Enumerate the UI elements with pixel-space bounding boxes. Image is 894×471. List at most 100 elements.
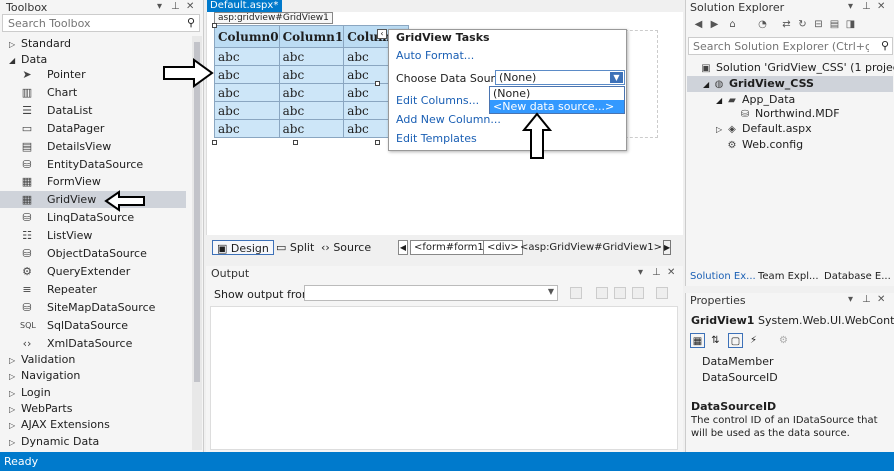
toolbox-item-xmldatasource[interactable]: ‹› XmlDataSource: [0, 335, 186, 352]
resize-handle[interactable]: [375, 81, 380, 86]
toolbox-group-navigation[interactable]: ▷ Navigation: [0, 367, 186, 384]
tree-item-web-config[interactable]: ⚙ Web.config: [716, 137, 804, 153]
view-designer-icon[interactable]: ◨: [844, 18, 857, 31]
expanded-arrow-icon[interactable]: ◢: [703, 77, 712, 93]
smart-tag-chevron-icon[interactable]: ‹: [377, 29, 387, 39]
edit-templates-link[interactable]: Edit Templates: [396, 132, 477, 145]
pin-icon[interactable]: ⊥: [171, 1, 180, 12]
toolbox-item-entitydatasource[interactable]: ⛁ EntityDataSource: [0, 156, 186, 173]
resize-handle[interactable]: [212, 140, 217, 145]
alphabetical-icon[interactable]: ⇅: [708, 333, 723, 348]
option-none[interactable]: (None): [490, 87, 624, 100]
document-tab[interactable]: Default.aspx* ⊥ ✕: [207, 0, 282, 22]
tab-team-explorer[interactable]: Team Expl...: [758, 271, 819, 282]
split-view-button[interactable]: ▭ Split: [276, 240, 314, 255]
toolbox-item-sqldatasource[interactable]: SQL SqlDataSource: [0, 317, 186, 334]
toolbox-item-repeater[interactable]: ≡ Repeater: [0, 281, 186, 298]
collapsed-arrow-icon[interactable]: ▷: [716, 122, 725, 138]
resize-handle[interactable]: [212, 23, 217, 28]
search-icon[interactable]: ⚲: [881, 39, 889, 52]
tree-item-default-aspx[interactable]: ▷ ◈ Default.aspx: [716, 121, 812, 137]
output-source-select[interactable]: ▼: [304, 285, 558, 301]
chevron-down-icon[interactable]: ▼: [610, 72, 623, 83]
tree-item-gridview-css[interactable]: ◢ ◍ GridView_CSS: [703, 76, 814, 92]
toolbox-group-login[interactable]: ▷ Login: [0, 384, 186, 401]
properties-icon[interactable]: ▢: [728, 333, 743, 348]
categorized-icon[interactable]: ▦: [690, 333, 705, 348]
crumb-next-icon[interactable]: ▶: [663, 240, 671, 255]
property-pages-icon[interactable]: ⚙: [776, 333, 791, 348]
solution-explorer-search[interactable]: ⚲: [688, 37, 893, 55]
tab-database-explorer[interactable]: Database E...: [824, 271, 891, 282]
dropdown-arrow-icon[interactable]: ▾: [638, 267, 643, 278]
collapsed-arrow-icon[interactable]: ▷: [9, 434, 17, 451]
forward-icon[interactable]: ▶: [708, 18, 721, 31]
next-message-icon[interactable]: [614, 287, 626, 299]
search-icon[interactable]: ⚲: [187, 16, 195, 29]
edit-columns-link[interactable]: Edit Columns...: [396, 94, 479, 107]
object-selector[interactable]: GridView1 System.Web.UI.WebControls ▾: [691, 314, 894, 327]
collapse-all-icon[interactable]: ⊟: [812, 18, 825, 31]
toolbox-item-listview[interactable]: ☷ ListView: [0, 227, 186, 244]
property-datamember[interactable]: DataMember: [702, 355, 774, 368]
property-datasourceid[interactable]: DataSourceID: [702, 371, 778, 384]
output-text-area[interactable]: [210, 306, 678, 450]
toolbox-item-linqdatasource[interactable]: ⛁ LinqDataSource: [0, 209, 186, 226]
toolbox-item-pointer[interactable]: ➤ Pointer: [0, 66, 186, 83]
toolbox-item-chart[interactable]: ▥ Chart: [0, 84, 186, 101]
resize-handle[interactable]: [375, 140, 380, 145]
dropdown-arrow-icon[interactable]: ▾: [848, 294, 853, 305]
scrollbar-thumb[interactable]: [194, 42, 200, 382]
tab-solution-explorer[interactable]: Solution Ex...: [690, 271, 756, 282]
events-icon[interactable]: ⚡: [746, 333, 761, 348]
toolbox-search[interactable]: ⚲: [2, 14, 200, 32]
breadcrumb-gridview[interactable]: <asp:GridView#GridView1>: [520, 240, 662, 255]
show-all-files-icon[interactable]: ▤: [828, 18, 841, 31]
toolbox-search-input[interactable]: [3, 15, 173, 31]
toolbox-item-objectdatasource[interactable]: ⛁ ObjectDataSource: [0, 245, 186, 262]
refresh-icon[interactable]: ↻: [796, 18, 809, 31]
pending-changes-icon[interactable]: ◔: [756, 18, 769, 31]
toolbox-item-datapager[interactable]: ▭ DataPager: [0, 120, 186, 137]
back-icon[interactable]: ◀: [692, 18, 705, 31]
toolbox-group-validation[interactable]: ▷ Validation: [0, 351, 186, 368]
design-view-button[interactable]: ▣ Design: [212, 240, 274, 255]
clear-all-icon[interactable]: [632, 287, 644, 299]
toolbox-group-dynamic-data[interactable]: ▷ Dynamic Data: [0, 433, 186, 450]
breadcrumb-div[interactable]: <div>: [483, 240, 523, 255]
close-icon[interactable]: ✕: [186, 1, 194, 12]
close-icon[interactable]: ✕: [667, 267, 675, 278]
dropdown-arrow-icon[interactable]: ▾: [848, 1, 853, 12]
goto-line-icon[interactable]: [570, 287, 582, 299]
toolbox-item-formview[interactable]: ▦ FormView: [0, 173, 186, 190]
chevron-down-icon[interactable]: ▼: [548, 287, 554, 296]
close-icon[interactable]: ✕: [877, 294, 885, 305]
prev-message-icon[interactable]: [596, 287, 608, 299]
dropdown-arrow-icon[interactable]: ▾: [157, 1, 162, 12]
toolbox-item-queryextender[interactable]: ⚙ QueryExtender: [0, 263, 186, 280]
toolbox-group-standard[interactable]: ▷ Standard: [0, 35, 186, 52]
toolbox-group-webparts[interactable]: ▷ WebParts: [0, 400, 186, 417]
pin-icon[interactable]: ⊥: [652, 267, 661, 278]
sync-icon[interactable]: ⇄: [780, 18, 793, 31]
crumb-prev-icon[interactable]: ◀: [398, 240, 408, 255]
expanded-arrow-icon[interactable]: ◢: [716, 93, 725, 109]
toolbox-item-gridview[interactable]: ▦ GridView: [0, 191, 186, 209]
home-icon[interactable]: ⌂: [726, 18, 739, 31]
resize-handle[interactable]: [293, 140, 298, 145]
toolbox-scrollbar[interactable]: [192, 36, 202, 450]
data-source-select[interactable]: (None) ▼: [495, 70, 625, 85]
pin-icon[interactable]: ⊥: [862, 294, 871, 305]
auto-format-link[interactable]: Auto Format...: [396, 49, 474, 62]
toolbox-group-ajax-extensions[interactable]: ▷ AJAX Extensions: [0, 416, 186, 433]
solution-search-input[interactable]: [689, 38, 869, 54]
option-new-data-source[interactable]: <New data source...>: [490, 100, 624, 113]
pin-icon[interactable]: ⊥: [862, 1, 871, 12]
toolbox-item-datalist[interactable]: ☰ DataList: [0, 102, 186, 119]
tree-item-northwind-mdf[interactable]: ⛁ Northwind.MDF: [729, 106, 840, 122]
close-icon[interactable]: ✕: [877, 1, 885, 12]
tree-item-solution-gridview-css-1-project[interactable]: ▣ Solution 'GridView_CSS' (1 project): [690, 60, 894, 76]
toolbox-item-sitemapdatasource[interactable]: ⛁ SiteMapDataSource: [0, 299, 186, 316]
source-view-button[interactable]: ‹› Source: [321, 240, 371, 255]
toolbox-item-detailsview[interactable]: ▤ DetailsView: [0, 138, 186, 155]
